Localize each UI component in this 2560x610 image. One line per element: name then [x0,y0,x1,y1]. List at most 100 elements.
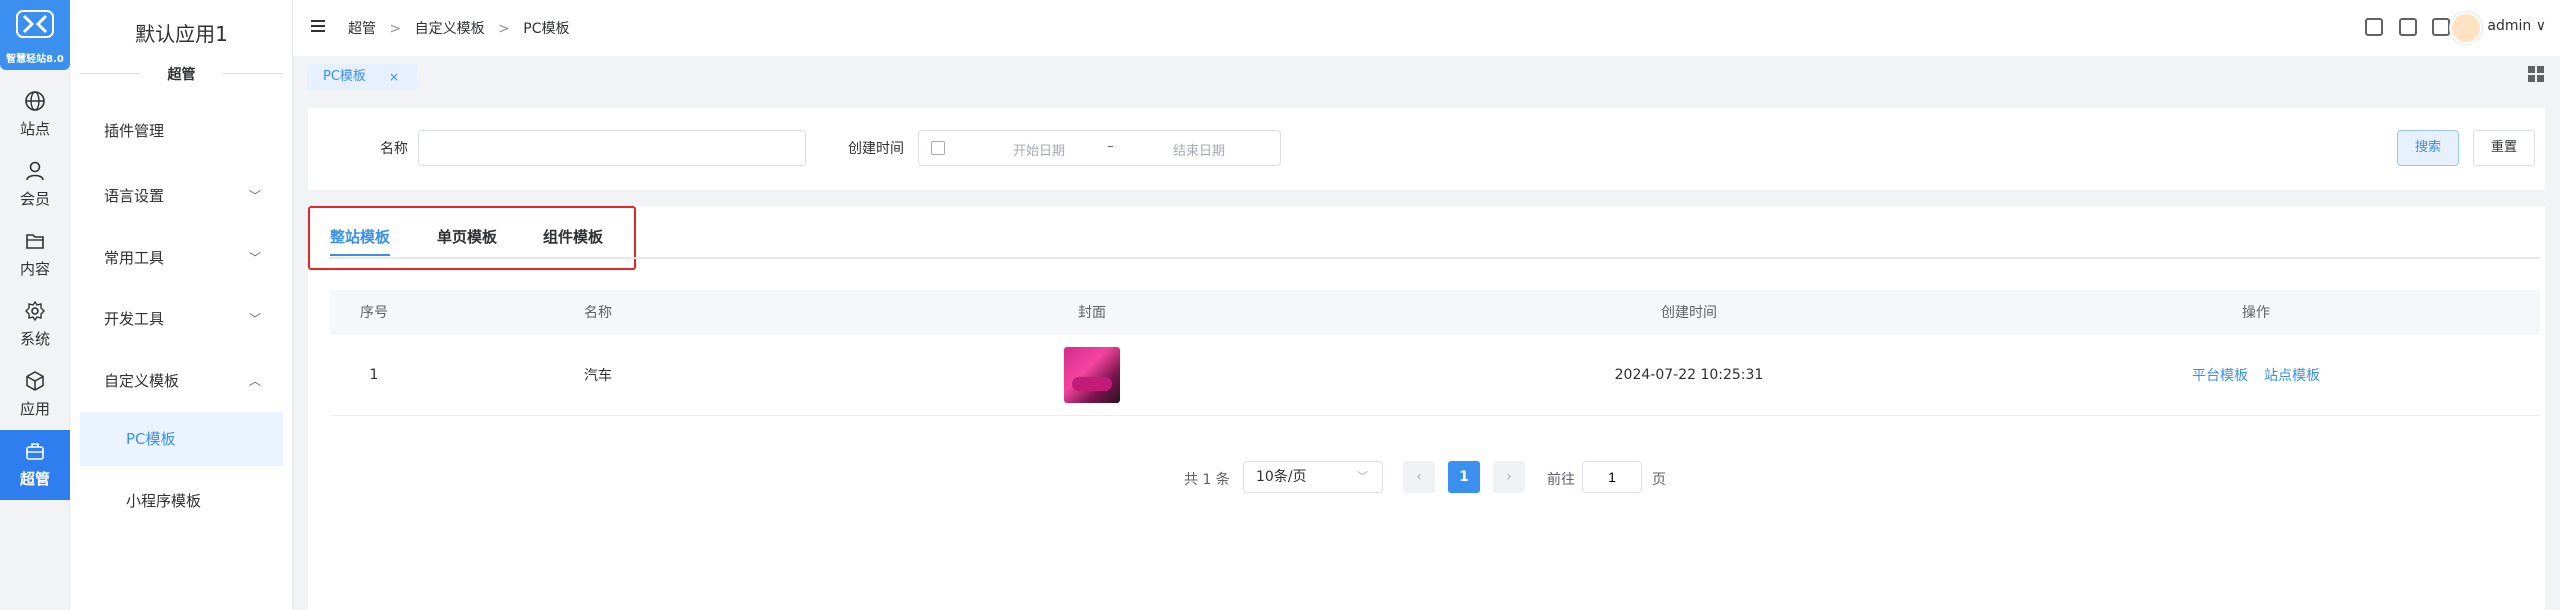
user-menu[interactable]: admin ∨ [2487,18,2546,34]
cover-thumbnail[interactable] [1064,346,1120,403]
rail-label: 内容 [19,260,50,278]
tab-page-template[interactable]: 单页模板 [437,226,497,247]
tab-component-template[interactable]: 组件模板 [543,226,603,247]
chevron-down-icon: ﹀ [248,312,261,326]
breadcrumb-item: PC模板 [523,21,570,37]
table-row: 1 汽车 2024-07-22 10:25:31 平台模板 站点模板 [330,334,2540,416]
menu-item-pc-template[interactable]: PC模板 [80,412,283,466]
goto-page-input[interactable] [1582,461,1642,493]
translate-icon[interactable] [2398,18,2417,36]
fullscreen-icon[interactable] [2365,18,2384,36]
tab-site-template[interactable]: 整站模板 [330,226,391,256]
rail-label: 会员 [19,190,50,208]
page-size-value: 10条/页 [1256,469,1307,485]
search-panel: 名称 创建时间 开始日期 – 结束日期 搜索 重置 [308,108,2545,190]
column-header: 封面 [1078,304,1106,321]
pagination-total: 共 1 条 [1184,472,1230,488]
table-header: 序号 名称 封面 创建时间 操作 [330,290,2540,334]
close-icon[interactable]: × [389,64,399,90]
created-time-label: 创建时间 [848,141,904,157]
side-menu: 默认应用1 超管 插件管理 语言设置 ﹀ 常用工具 ﹀ 开发工具 ﹀ 自定义模板… [70,0,293,610]
menu-item-label: 小程序模板 [126,492,202,510]
rail-label: 应用 [19,400,50,418]
rail-item-system[interactable]: 系统 [0,290,70,352]
menu-item-custom-template[interactable]: 自定义模板 ︿ [80,354,283,408]
grid-icon[interactable] [2528,66,2544,82]
app-name: 默认应用1 [135,22,228,46]
column-header: 创建时间 [1661,304,1717,321]
breadcrumb-separator: > [498,21,510,37]
logo-text: 智慧轻站8.0 [6,54,64,65]
page-tab-pc-template[interactable]: PC模板 × [307,64,417,90]
menu-item-plugin-manage[interactable]: 插件管理 [80,104,283,158]
icon-rail: 智慧轻站8.0 站点 会员 内容 系统 应用 超管 [0,0,70,610]
calendar-icon [931,141,945,155]
menu-item-language[interactable]: 语言设置 ﹀ [80,169,283,223]
rail-item-content[interactable]: 内容 [0,220,70,282]
rail-label: 超管 [19,470,50,488]
rail-item-superadmin[interactable]: 超管 [0,430,70,500]
row-index: 1 [369,366,379,383]
row-created-time: 2024-07-22 10:25:31 [1614,366,1764,383]
top-tools [2354,18,2450,38]
tabs-divider [330,257,2540,259]
menu-item-label: 语言设置 [104,187,165,205]
date-range-picker[interactable]: 开始日期 – 结束日期 [918,130,1281,166]
rail-item-site[interactable]: 站点 [0,80,70,142]
chevron-down-icon: ﹀ [248,251,261,265]
name-input[interactable] [418,130,806,166]
app-logo[interactable]: 智慧轻站8.0 [0,0,70,70]
menu-item-label: 自定义模板 [104,372,180,390]
menu-item-label: PC模板 [126,430,176,448]
reset-button[interactable]: 重置 [2473,130,2535,166]
user-name: admin [2487,18,2532,34]
end-date-placeholder: 结束日期 [1172,144,1225,159]
chevron-down-icon: ﹀ [248,189,261,203]
user-icon [26,161,44,181]
rail-item-app[interactable]: 应用 [0,360,70,422]
next-page-button[interactable]: › [1493,461,1525,493]
chevron-down-icon: ﹀ [1357,470,1368,483]
range-separator: – [1107,139,1114,154]
page-number-button[interactable]: 1 [1448,461,1480,493]
menu-item-common-tools[interactable]: 常用工具 ﹀ [80,231,283,285]
cube-icon [26,371,44,391]
page-tabs-bar: PC模板 × [293,56,2560,94]
column-header: 名称 [584,304,612,321]
menu-item-dev-tools[interactable]: 开发工具 ﹀ [80,292,283,346]
row-actions: 平台模板 站点模板 [1972,334,2540,415]
rail-label: 系统 [19,330,50,348]
rail-label: 站点 [19,120,50,138]
clear-cache-icon[interactable] [2432,18,2450,36]
top-bar: 超管 > 自定义模板 > PC模板 admin ∨ [293,0,2560,56]
avatar[interactable] [2450,12,2482,44]
row-cover [778,334,1406,415]
breadcrumb-item[interactable]: 自定义模板 [415,21,485,37]
platform-template-link[interactable]: 平台模板 [2192,365,2248,385]
chevron-down-icon: ∨ [2535,18,2546,34]
goto-unit: 页 [1652,472,1666,488]
menu-item-miniprogram-template[interactable]: 小程序模板 [80,474,283,528]
breadcrumb-separator: > [389,21,402,37]
template-table: 序号 名称 封面 创建时间 操作 1 汽车 2024-07-22 10:25:3… [330,290,2540,416]
menu-toggle-icon[interactable] [311,20,325,32]
menu-item-label: 开发工具 [104,310,165,328]
start-date-placeholder: 开始日期 [1012,144,1065,159]
folder-icon [26,234,44,249]
main-panel: 整站模板 单页模板 组件模板 序号 名称 封面 创建时间 操作 1 汽车 202… [308,206,2545,610]
logo-mark-icon [16,10,54,38]
menu-item-label: 插件管理 [104,122,165,140]
page-size-select[interactable]: 10条/页 ﹀ [1243,461,1383,493]
breadcrumb: 超管 > 自定义模板 > PC模板 [348,18,570,38]
column-header: 操作 [2242,304,2270,321]
row-name: 汽车 [584,367,612,384]
chevron-up-icon: ︿ [248,374,261,388]
rail-item-member[interactable]: 会员 [0,150,70,212]
menu-group-title: 超管 [80,64,283,84]
breadcrumb-item[interactable]: 超管 [348,21,376,37]
search-button[interactable]: 搜索 [2397,130,2459,166]
site-template-link[interactable]: 站点模板 [2264,365,2320,385]
prev-page-button[interactable]: ‹ [1403,461,1435,493]
page-tab-label: PC模板 [323,69,366,84]
pagination: 共 1 条 10条/页 ﹀ ‹ 1 › 前往 页 [308,461,2545,495]
